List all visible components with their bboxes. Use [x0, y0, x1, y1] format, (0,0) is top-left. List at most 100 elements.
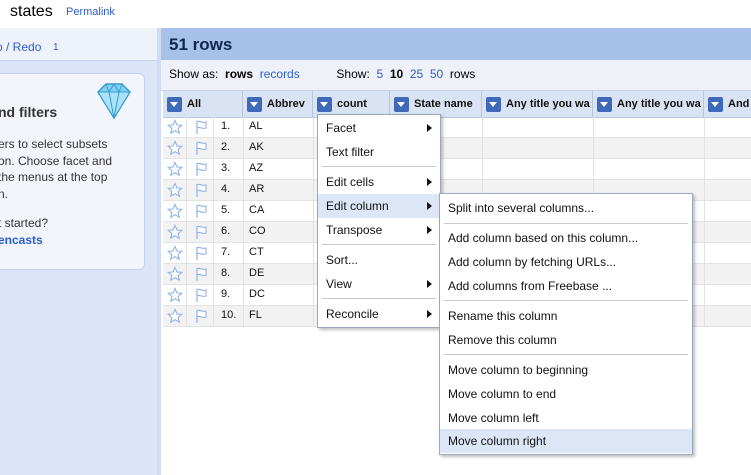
- submenu-arrow-icon: [427, 124, 432, 132]
- star-icon[interactable]: [166, 287, 184, 303]
- cell-abbrev[interactable]: AZ: [249, 162, 263, 174]
- cell-abbrev[interactable]: CO: [249, 225, 266, 237]
- panel-divider[interactable]: [157, 28, 161, 475]
- edit-column-submenu: Split into several columns... Add column…: [439, 193, 693, 455]
- facet-help-line: on. Choose facet and: [0, 154, 113, 168]
- get-started-text: t started?: [0, 216, 49, 230]
- menu-item-remove-column[interactable]: Remove this column: [440, 328, 692, 352]
- row-number: 4.: [221, 183, 231, 195]
- mode-records-link[interactable]: records: [260, 67, 300, 81]
- cell-abbrev[interactable]: AK: [249, 141, 264, 153]
- column-name: All: [187, 98, 202, 110]
- flag-icon[interactable]: [193, 119, 209, 135]
- menu-item-add-column-fetch-urls[interactable]: Add column by fetching URLs...: [440, 250, 692, 274]
- submenu-arrow-icon: [427, 226, 432, 234]
- cell-abbrev[interactable]: AR: [249, 183, 264, 195]
- menu-item-move-column-right[interactable]: Move column right: [440, 429, 692, 453]
- column-gridline: [213, 117, 214, 327]
- column-header-any-title-2[interactable]: Any title you wa: [593, 91, 704, 117]
- cell-abbrev[interactable]: FL: [249, 309, 262, 321]
- star-icon[interactable]: [166, 182, 184, 198]
- menu-item-transpose[interactable]: Transpose: [318, 218, 440, 242]
- cell-abbrev[interactable]: CT: [249, 246, 264, 258]
- facet-help-line: ers to select subsets: [0, 137, 108, 151]
- view-options: Show as: rows records Show: 5 10 25 50 r…: [169, 67, 475, 81]
- facet-help-line: n.: [0, 187, 9, 201]
- flag-icon[interactable]: [193, 266, 209, 282]
- menu-item-move-column-left[interactable]: Move column left: [440, 406, 692, 430]
- dropdown-arrow-icon[interactable]: [486, 96, 501, 112]
- menu-item-add-columns-freebase[interactable]: Add columns from Freebase ...: [440, 274, 692, 298]
- rows-suffix: rows: [449, 67, 476, 81]
- screencasts-link[interactable]: encasts: [0, 233, 43, 247]
- flag-icon[interactable]: [193, 245, 209, 261]
- star-icon[interactable]: [166, 203, 184, 219]
- cell-abbrev[interactable]: AL: [249, 120, 262, 132]
- menu-item-view[interactable]: View: [318, 272, 440, 296]
- flag-icon[interactable]: [193, 224, 209, 240]
- undo-redo-tab[interactable]: o / Redo: [0, 40, 41, 54]
- menu-item-sort[interactable]: Sort...: [318, 248, 440, 272]
- dropdown-arrow-icon[interactable]: [167, 96, 182, 112]
- rows-header-bar: [161, 28, 751, 60]
- column-name: And: [728, 98, 750, 110]
- project-name[interactable]: states: [10, 3, 53, 21]
- column-header-any-title-1[interactable]: Any title you wa: [482, 91, 593, 117]
- star-icon[interactable]: [166, 161, 184, 177]
- menu-item-split-column[interactable]: Split into several columns...: [440, 196, 692, 220]
- menu-item-reconcile[interactable]: Reconcile: [318, 302, 440, 326]
- menu-separator: [322, 166, 436, 167]
- menu-item-edit-cells[interactable]: Edit cells: [318, 170, 440, 194]
- show-label: Show:: [336, 67, 370, 81]
- star-icon[interactable]: [166, 266, 184, 282]
- dropdown-arrow-icon[interactable]: [597, 96, 612, 112]
- menu-item-text-filter[interactable]: Text filter: [318, 140, 440, 164]
- cell-abbrev[interactable]: DC: [249, 288, 265, 300]
- permalink-link[interactable]: Permalink: [66, 6, 115, 18]
- page-size-50[interactable]: 50: [430, 67, 443, 81]
- dropdown-arrow-icon[interactable]: [317, 96, 332, 112]
- column-name: Any title you wa: [506, 98, 590, 110]
- star-icon[interactable]: [166, 140, 184, 156]
- dropdown-arrow-icon[interactable]: [708, 96, 723, 112]
- column-header-and[interactable]: And: [704, 91, 751, 117]
- flag-icon[interactable]: [193, 203, 209, 219]
- menu-item-edit-column[interactable]: Edit column: [318, 194, 440, 218]
- flag-icon[interactable]: [193, 182, 209, 198]
- undo-redo-count: 1: [53, 42, 59, 53]
- menu-item-add-column-based[interactable]: Add column based on this column...: [440, 226, 692, 250]
- star-icon[interactable]: [166, 224, 184, 240]
- page-size-25[interactable]: 25: [410, 67, 423, 81]
- star-icon[interactable]: [166, 308, 184, 324]
- column-header-all[interactable]: All: [163, 91, 243, 117]
- row-number: 2.: [221, 141, 231, 153]
- menu-item-move-column-end[interactable]: Move column to end: [440, 382, 692, 406]
- dropdown-arrow-icon[interactable]: [394, 96, 409, 112]
- cell-abbrev[interactable]: CA: [249, 204, 264, 216]
- menu-item-move-column-beginning[interactable]: Move column to beginning: [440, 358, 692, 382]
- column-gridline: [313, 117, 314, 327]
- cell-abbrev[interactable]: DE: [249, 267, 264, 279]
- flag-icon[interactable]: [193, 161, 209, 177]
- flag-icon[interactable]: [193, 287, 209, 303]
- flag-icon[interactable]: [193, 140, 209, 156]
- menu-separator: [444, 223, 688, 224]
- column-gridline: [186, 117, 187, 327]
- row-number: 9.: [221, 288, 231, 300]
- column-gridline: [704, 117, 705, 327]
- submenu-arrow-icon: [427, 178, 432, 186]
- table-row: 2. AK: [163, 138, 751, 159]
- menu-item-facet[interactable]: Facet: [318, 116, 440, 140]
- flag-icon[interactable]: [193, 308, 209, 324]
- page-size-10-selected[interactable]: 10: [390, 67, 403, 81]
- menu-item-rename-column[interactable]: Rename this column: [440, 304, 692, 328]
- row-number: 5.: [221, 204, 231, 216]
- star-icon[interactable]: [166, 119, 184, 135]
- dropdown-arrow-icon[interactable]: [247, 96, 262, 112]
- star-icon[interactable]: [166, 245, 184, 261]
- row-number: 8.: [221, 267, 231, 279]
- submenu-arrow-icon: [427, 202, 432, 210]
- column-header-abbrev[interactable]: Abbrev: [243, 91, 313, 117]
- mode-rows-selected[interactable]: rows: [225, 67, 253, 81]
- page-size-5[interactable]: 5: [376, 67, 383, 81]
